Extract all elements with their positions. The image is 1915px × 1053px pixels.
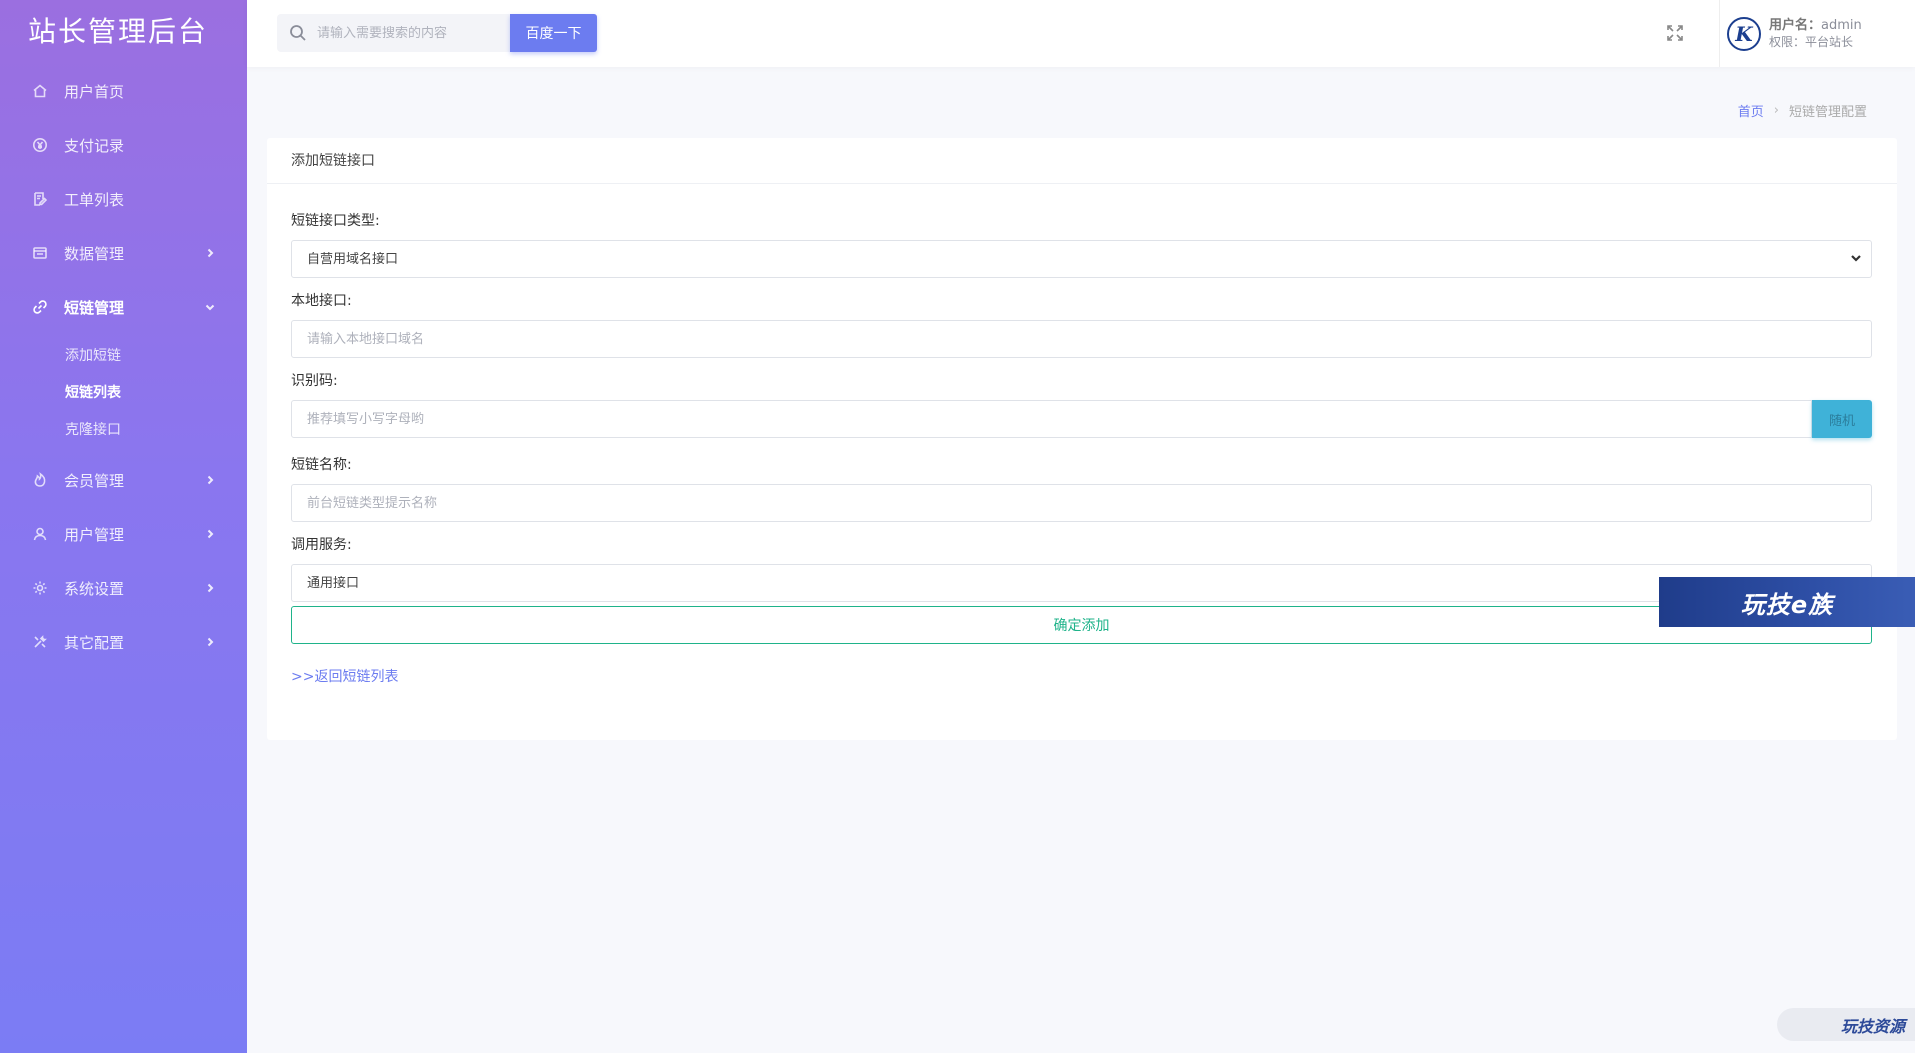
watermark-corner: 玩技资源 <box>1777 1008 1915 1041</box>
database-icon <box>30 243 50 263</box>
search-button[interactable]: 百度一下 <box>510 14 597 52</box>
breadcrumb-separator: › <box>1773 103 1779 118</box>
sidebar-item-label: 其它配置 <box>64 633 125 652</box>
user-menu[interactable]: K 用户名：admin 权限：平台站长 <box>1727 0 1862 67</box>
submenu-item-shortlink-list[interactable]: 短链列表 <box>0 373 247 410</box>
sidebar-item-data-management[interactable]: 数据管理 <box>0 226 247 280</box>
breadcrumb: 首页 › 短链管理配置 <box>1738 101 1867 120</box>
user-icon <box>30 524 50 544</box>
sidebar-item-label: 短链管理 <box>64 298 125 317</box>
app-title: 站长管理后台 <box>28 15 209 48</box>
sidebar-item-other-config[interactable]: 其它配置 <box>0 615 247 669</box>
topbar-divider <box>1719 0 1720 67</box>
local-api-label: 本地接口: <box>291 293 352 309</box>
sidebar-item-label: 系统设置 <box>64 579 125 598</box>
back-to-list-link[interactable]: >>返回短链列表 <box>291 666 1873 686</box>
tools-icon <box>30 632 50 652</box>
sidebar-item-ticket-list[interactable]: 工单列表 <box>0 172 247 226</box>
sidebar-item-member-management[interactable]: 会员管理 <box>0 453 247 507</box>
local-api-group: 本地接口: <box>291 290 1873 358</box>
yen-icon <box>30 135 50 155</box>
name-input[interactable] <box>291 484 1872 522</box>
flame-icon <box>30 470 50 490</box>
submenu-item-clone-api[interactable]: 克隆接口 <box>0 410 247 447</box>
chevron-down-icon <box>203 300 217 314</box>
breadcrumb-current: 短链管理配置 <box>1788 105 1867 120</box>
code-input[interactable] <box>291 400 1812 438</box>
topbar: 百度一下 K 用户名：admin 权限：平台站长 <box>247 0 1915 67</box>
sidebar-item-user-management[interactable]: 用户管理 <box>0 507 247 561</box>
card-title: 添加短链接口 <box>267 138 1897 184</box>
service-select[interactable]: 通用接口 <box>291 564 1872 602</box>
user-role: 权限：平台站长 <box>1769 34 1854 49</box>
fullscreen-icon[interactable] <box>1663 21 1687 45</box>
sidebar-item-system-settings[interactable]: 系统设置 <box>0 561 247 615</box>
add-shortlink-card: 添加短链接口 短链接口类型: 自营用域名接口 本地接口: 识别码: 随机 短链名… <box>267 138 1897 740</box>
sidebar-item-label: 数据管理 <box>64 244 125 263</box>
watermark-banner: 玩技e族 <box>1659 577 1915 627</box>
service-group: 调用服务: 通用接口 <box>291 534 1873 602</box>
confirm-add-button[interactable]: 确定添加 <box>291 606 1872 644</box>
sidebar-item-label: 会员管理 <box>64 471 125 490</box>
sidebar: 站长管理后台 用户首页 支付记录 工单列表 数据管理 短链管理 添加短链 短链列… <box>0 0 247 1053</box>
card-body: 短链接口类型: 自营用域名接口 本地接口: 识别码: 随机 短链名称: 调用服务 <box>267 184 1897 686</box>
chevron-right-icon <box>203 527 217 541</box>
service-select-wrap: 通用接口 <box>291 564 1872 602</box>
shortlink-submenu: 添加短链 短链列表 克隆接口 <box>0 334 247 453</box>
username-line: 用户名：admin <box>1769 17 1862 34</box>
link-icon <box>30 297 50 317</box>
chevron-right-icon <box>203 246 217 260</box>
type-group: 短链接口类型: 自营用域名接口 <box>291 210 1873 278</box>
gear-icon <box>30 578 50 598</box>
sidebar-item-label: 支付记录 <box>64 136 125 155</box>
code-input-group: 随机 <box>291 400 1872 438</box>
username: admin <box>1821 17 1862 33</box>
name-group: 短链名称: <box>291 454 1873 522</box>
local-api-input[interactable] <box>291 320 1872 358</box>
type-select-wrap: 自营用域名接口 <box>291 240 1872 278</box>
submenu-item-add-shortlink[interactable]: 添加短链 <box>0 336 247 373</box>
username-label: 用户名： <box>1769 17 1822 33</box>
home-icon <box>30 81 50 101</box>
code-group: 识别码: 随机 <box>291 370 1873 438</box>
avatar: K <box>1727 16 1761 51</box>
sidebar-item-shortlink-management[interactable]: 短链管理 <box>0 280 247 334</box>
search-icon <box>287 22 309 44</box>
sidebar-item-user-home[interactable]: 用户首页 <box>0 64 247 118</box>
sidebar-item-label: 工单列表 <box>64 190 125 209</box>
name-label: 短链名称: <box>291 457 352 473</box>
type-select[interactable]: 自营用域名接口 <box>291 240 1872 278</box>
chevron-right-icon <box>203 635 217 649</box>
user-info: 用户名：admin 权限：平台站长 <box>1769 17 1862 51</box>
sidebar-item-label: 用户首页 <box>64 82 125 101</box>
search-input[interactable] <box>317 25 497 41</box>
sidebar-item-payment-records[interactable]: 支付记录 <box>0 118 247 172</box>
ticket-icon <box>30 189 50 209</box>
breadcrumb-home[interactable]: 首页 <box>1738 101 1764 120</box>
code-label: 识别码: <box>291 373 338 389</box>
sidebar-menu: 用户首页 支付记录 工单列表 数据管理 短链管理 添加短链 短链列表 克隆接口 … <box>0 64 247 669</box>
random-button[interactable]: 随机 <box>1812 400 1872 438</box>
search-box <box>277 14 513 52</box>
service-label: 调用服务: <box>291 537 352 553</box>
chevron-right-icon <box>203 581 217 595</box>
sidebar-item-label: 用户管理 <box>64 525 125 544</box>
type-label: 短链接口类型: <box>291 213 380 229</box>
chevron-right-icon <box>203 473 217 487</box>
